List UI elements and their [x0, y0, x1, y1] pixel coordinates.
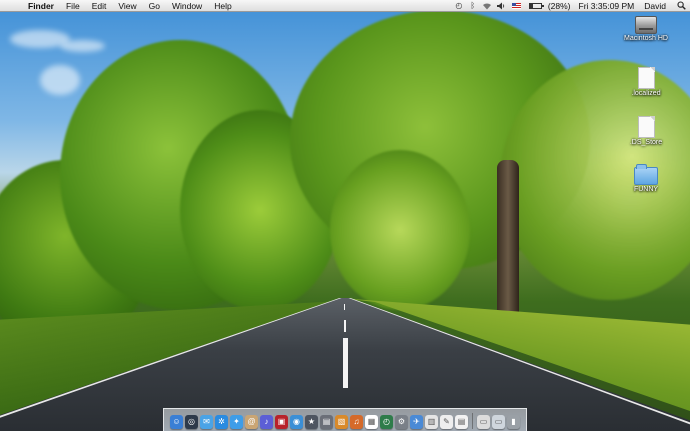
textedit-icon[interactable]: ✎	[440, 415, 453, 429]
battery-icon[interactable]	[528, 2, 544, 9]
folder-icon	[634, 164, 658, 185]
battery-percentage[interactable]: (28%)	[544, 0, 575, 12]
downloads-stack-icon[interactable]: ▭	[477, 415, 490, 429]
bluetooth-icon[interactable]: ᛒ	[466, 0, 480, 12]
desktop-item-ds-store[interactable]: .DS_Store	[616, 116, 676, 146]
us-flag-icon[interactable]	[511, 2, 521, 9]
menu-file[interactable]: File	[60, 0, 86, 12]
adium-icon[interactable]: ✦	[230, 415, 243, 429]
battery-level	[529, 3, 533, 8]
app-menu-finder[interactable]: Finder	[22, 0, 60, 12]
desktop-item-label: Macintosh HD	[624, 35, 668, 42]
safari-icon[interactable]: ✲	[215, 415, 228, 429]
contacts-icon[interactable]: @	[245, 415, 258, 429]
menu-extras: ◴ ᛒ (28%) Fri 3:35:09 PM David	[452, 0, 690, 12]
finder-icon[interactable]: ☺	[170, 415, 183, 429]
volume-icon[interactable]	[494, 0, 508, 12]
hard-drive-icon	[635, 16, 657, 34]
photo-booth-icon[interactable]: ▣	[275, 415, 288, 429]
preview-icon[interactable]: ▥	[425, 415, 438, 429]
menu-help[interactable]: Help	[208, 0, 237, 12]
menu-edit[interactable]: Edit	[86, 0, 113, 12]
clapper-icon[interactable]: ▤	[320, 415, 333, 429]
dashboard-icon[interactable]: ◎	[185, 415, 198, 429]
trash-icon[interactable]: ▮	[507, 415, 520, 429]
desktop-item-label: FUNNY	[633, 186, 659, 193]
menu-bar: Finder File Edit View Go Window Help ◴ ᛒ…	[0, 0, 690, 12]
ical-icon[interactable]: ▦	[365, 415, 378, 429]
desktop-item-label: .localized	[631, 90, 661, 97]
desktop-item-funny-folder[interactable]: FUNNY	[616, 164, 676, 193]
screen-capture-icon[interactable]: ▭	[492, 415, 505, 429]
time-machine-dock-icon[interactable]: ◴	[380, 415, 393, 429]
mail-icon[interactable]: ✉	[200, 415, 213, 429]
user-menu[interactable]: David	[638, 0, 672, 12]
imovie-icon[interactable]: ★	[305, 415, 318, 429]
wifi-icon[interactable]	[480, 0, 494, 12]
menu-view[interactable]: View	[112, 0, 142, 12]
dock-separator	[472, 413, 473, 429]
spotlight-icon[interactable]	[672, 0, 690, 12]
desktop-wallpaper	[0, 0, 690, 431]
iphoto-icon[interactable]: ◉	[290, 415, 303, 429]
itunes-icon[interactable]: ♪	[260, 415, 273, 429]
system-preferences-icon[interactable]: ⚙	[395, 415, 408, 429]
menu-go[interactable]: Go	[143, 0, 166, 12]
menu-window[interactable]: Window	[166, 0, 208, 12]
dock: ☺ ◎ ✉ ✲ ✦ @ ♪ ▣ ◉ ★ ▤ ▧ ♫ ▦ ◴ ⚙ ✈ ▥ ✎ ▤ ▭ ▭ ▮	[163, 408, 527, 431]
menu-clock[interactable]: Fri 3:35:09 PM	[575, 0, 639, 12]
image-viewer-icon[interactable]: ▧	[335, 415, 348, 429]
desktop-item-label: .DS_Store	[629, 139, 663, 146]
time-machine-icon[interactable]: ◴	[452, 0, 466, 12]
document-icon	[637, 116, 655, 138]
desktop-item-macintosh-hd[interactable]: Macintosh HD	[616, 16, 676, 42]
document-icon	[637, 67, 655, 89]
xcode-icon[interactable]: ✈	[410, 415, 423, 429]
desktop-item-localized[interactable]: .localized	[616, 67, 676, 97]
documents-stack-icon[interactable]: ▤	[455, 415, 468, 429]
garageband-icon[interactable]: ♫	[350, 415, 363, 429]
